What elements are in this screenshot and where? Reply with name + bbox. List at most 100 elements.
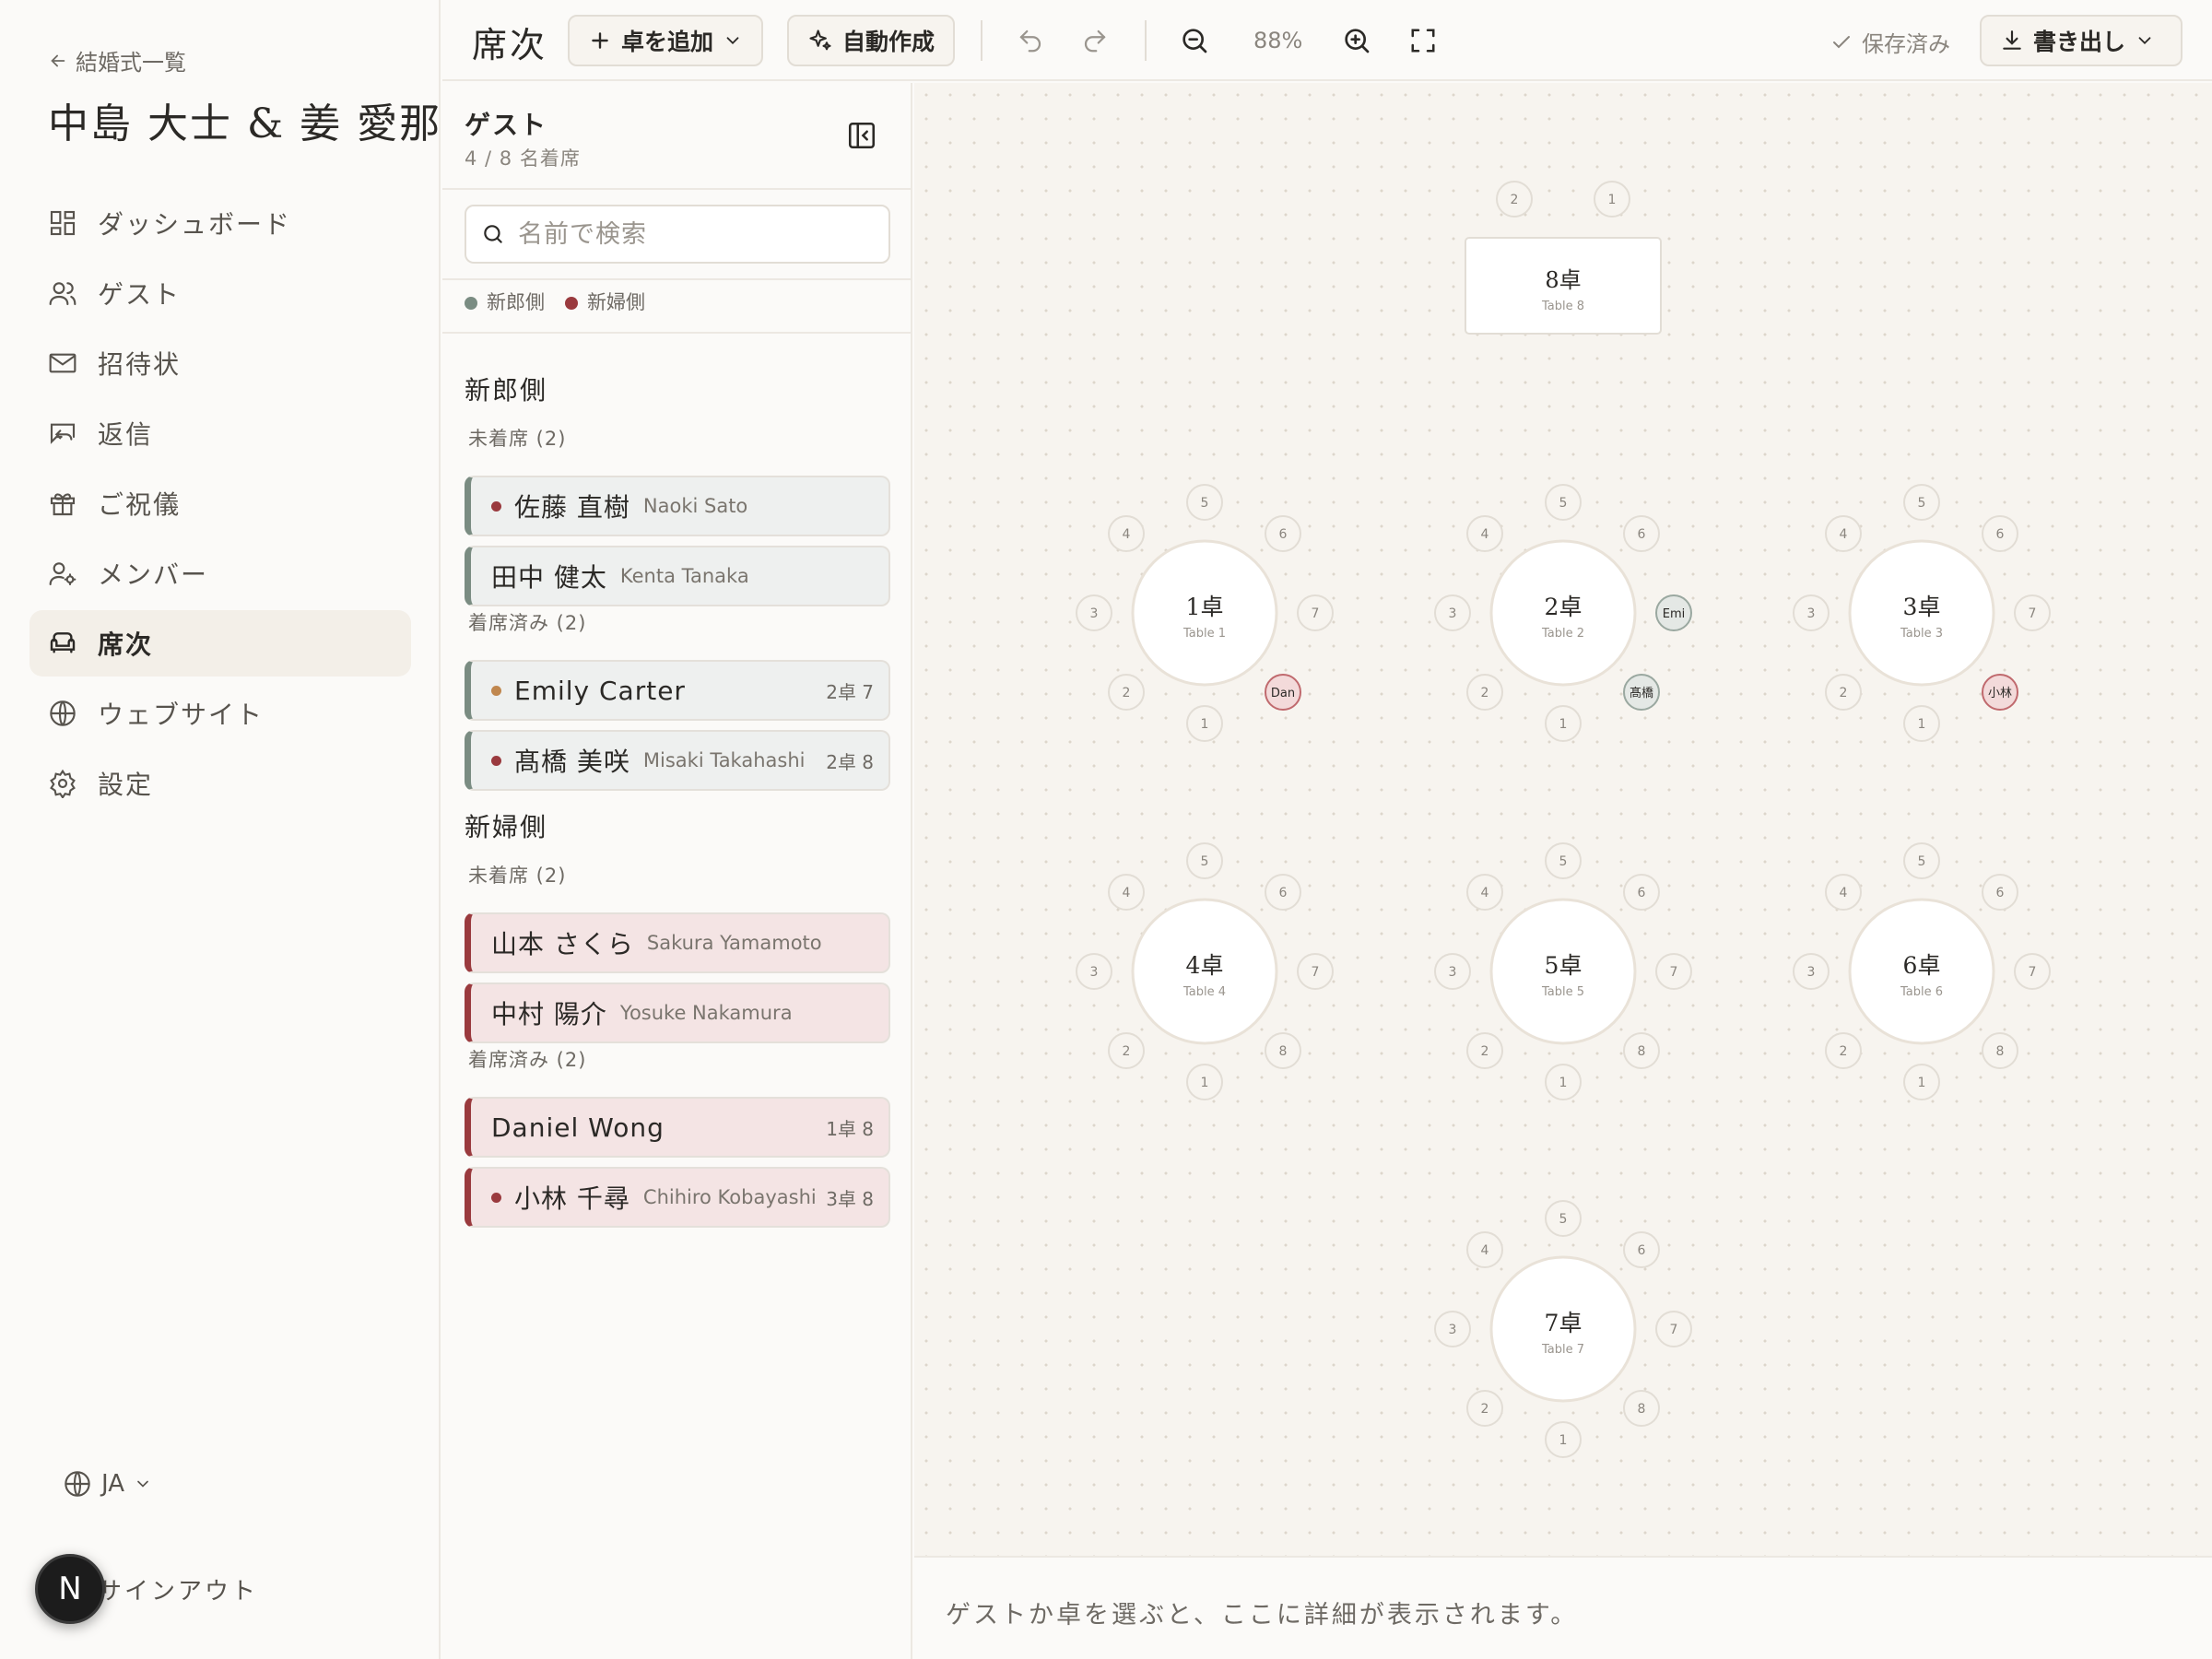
guest-card[interactable]: 佐藤 直樹 Naoki Sato <box>465 476 890 536</box>
chevron-down-icon <box>726 37 739 45</box>
sidebar-nav: ダッシュボード ゲスト 招待状 返信 ご祝儀 メンバー 席次 ウェブサイト 設定 <box>29 190 411 820</box>
status-dot <box>491 500 501 512</box>
guest-card[interactable]: Emily Carter 2卓 7 <box>465 660 890 721</box>
globe-icon <box>50 700 76 726</box>
seat-number: 3 <box>1807 965 1816 980</box>
guest-group-title: 新婦側 <box>465 812 548 842</box>
search-input[interactable] <box>518 219 868 249</box>
zoom-in-button[interactable] <box>1338 22 1375 59</box>
sidebar-item-replies[interactable]: 返信 <box>29 400 411 466</box>
sidebar-item-gifts[interactable]: ご祝儀 <box>29 470 411 536</box>
panel-collapse-icon <box>848 122 876 149</box>
sparkles-icon <box>809 29 831 51</box>
guest-card[interactable]: 髙橋 美咲 Misaki Takahashi 2卓 8 <box>465 730 890 791</box>
guest-panel: ゲスト 4 / 8 名着席 新郎側 新婦側 新郎側未着席 (2) 佐藤 直樹 Nao… <box>442 83 912 1659</box>
guest-seat: 2卓 7 <box>826 680 874 703</box>
zoom-out-button[interactable] <box>1176 22 1213 59</box>
guest-name: 田中 健太 <box>491 562 607 593</box>
seat-guest: 髙橋 <box>1630 686 1653 700</box>
seat-guest: Dan <box>1271 687 1295 700</box>
add-table-button[interactable]: 卓を追加 <box>568 15 764 66</box>
sidebar-item-guests[interactable]: ゲスト <box>29 260 411 326</box>
seat-number: 7 <box>1670 965 1678 980</box>
seat-number: 2 <box>1511 193 1519 207</box>
sidebar-item-settings[interactable]: 設定 <box>29 750 411 817</box>
back-link-label: 結婚式一覧 <box>76 50 186 76</box>
zoom-out-icon <box>1182 29 1207 53</box>
guest-name-roman: Misaki Takahashi <box>642 749 806 771</box>
auto-create-button[interactable]: 自動作成 <box>787 15 956 66</box>
seat-number: 3 <box>1090 606 1099 621</box>
add-table-label: 卓を追加 <box>621 29 714 55</box>
couple-names: 中島 大士 & 姜 愛那 <box>48 100 442 147</box>
guest-card[interactable]: Daniel Wong 1卓 8 <box>465 1097 890 1158</box>
sofa-icon <box>50 632 76 653</box>
guest-card[interactable]: 山本 さくら Sakura Yamamoto <box>465 912 890 973</box>
seating-chart: 1卓 Table 1 1 2 3 4 5 6 7 Dan 2卓 Table 2 1 2 3 4 5 6 Emi 髙橋 3… <box>1076 181 2051 1458</box>
guest-name: 山本 さくら <box>491 929 634 959</box>
table-label: 5卓 <box>1545 952 1583 979</box>
seat-number: 1 <box>1918 1076 1926 1090</box>
guest-subgroup-title: 着席済み (2) <box>468 1049 587 1071</box>
seat-guest: Emi <box>1663 607 1686 621</box>
guest-panel-title: ゲスト <box>465 110 548 140</box>
table-label: 1卓 <box>1186 594 1224 620</box>
gift-icon <box>50 493 76 516</box>
seat-number: 3 <box>1090 965 1099 980</box>
redo-icon <box>1084 29 1106 53</box>
sidebar-item-seating[interactable]: 席次 <box>29 610 411 677</box>
seating-canvas[interactable]: 1卓 Table 1 1 2 3 4 5 6 7 Dan 2卓 Table 2 1 2 3 4 5 6 Emi 髙橋 3… <box>914 83 2212 1556</box>
language-selector[interactable]: JA <box>63 1469 152 1499</box>
sidebar-item-members[interactable]: メンバー <box>29 540 411 606</box>
divider <box>442 332 912 334</box>
seat-number: 2 <box>1123 1044 1131 1059</box>
undo-icon <box>1019 29 1041 53</box>
back-to-weddings-link[interactable]: 結婚式一覧 <box>48 44 186 76</box>
legend-bride: 新婦側 <box>565 288 645 315</box>
table-sublabel: Table 7 <box>1541 1343 1584 1357</box>
seat-number: 4 <box>1481 527 1489 542</box>
avatar[interactable]: N <box>35 1554 105 1624</box>
seat-number: 6 <box>1996 886 2005 900</box>
gear-icon <box>50 769 76 798</box>
arrow-left-icon <box>51 54 65 66</box>
sidebar-item-label: ウェブサイト <box>98 700 265 730</box>
seat-number: 4 <box>1481 886 1489 900</box>
sidebar: 結婚式一覧 中島 大士 & 姜 愛那 ダッシュボード ゲスト 招待状 返信 ご祝… <box>0 0 441 1659</box>
guest-name: 佐藤 直樹 <box>514 492 630 523</box>
sidebar-item-label: ダッシュボード <box>98 209 292 240</box>
seat-number: 7 <box>1312 965 1320 980</box>
redo-button[interactable] <box>1077 22 1113 59</box>
fit-screen-button[interactable] <box>1405 22 1441 59</box>
seat-number: 1 <box>1918 717 1926 732</box>
export-label: 書き出し <box>2033 29 2126 55</box>
groom-color-dot <box>465 297 477 310</box>
detail-bar: ゲストか卓を選ぶと、ここに詳細が表示されます。 <box>914 1556 2212 1659</box>
sidebar-item-label: 返信 <box>98 419 154 450</box>
seat-number: 5 <box>1559 854 1568 869</box>
sidebar-item-label: ご祝儀 <box>98 489 182 520</box>
table-label: 7卓 <box>1545 1310 1583 1336</box>
guest-card[interactable]: 中村 陽介 Yosuke Nakamura <box>465 982 890 1043</box>
export-button[interactable]: 書き出し <box>1980 15 2183 66</box>
sidebar-item-invitations[interactable]: 招待状 <box>29 330 411 396</box>
seat-number: 3 <box>1449 1323 1457 1337</box>
seat-number: 1 <box>1608 193 1617 207</box>
seat-number: 2 <box>1123 686 1131 700</box>
plus-icon <box>592 32 608 49</box>
guest-card[interactable]: 田中 健太 Kenta Tanaka <box>465 546 890 606</box>
guest-seat: 2卓 8 <box>826 750 874 773</box>
sidebar-item-dashboard[interactable]: ダッシュボード <box>29 190 411 256</box>
signout-button[interactable]: サインアウト <box>98 1572 258 1606</box>
user-gear-icon <box>49 562 76 586</box>
collapse-panel-button[interactable] <box>846 120 877 151</box>
sidebar-item-website[interactable]: ウェブサイト <box>29 680 411 747</box>
guest-card[interactable]: 小林 千尋 Chihiro Kobayashi 3卓 8 <box>465 1167 890 1228</box>
seat-number: 6 <box>1996 527 2005 542</box>
guest-name-roman: Kenta Tanaka <box>619 565 749 587</box>
seat-number: 5 <box>1559 1212 1568 1227</box>
guest-name: Daniel Wong <box>491 1112 665 1143</box>
guest-group-title: 新郎側 <box>465 375 548 406</box>
toolbar-divider <box>981 20 982 61</box>
undo-button[interactable] <box>1012 22 1049 59</box>
